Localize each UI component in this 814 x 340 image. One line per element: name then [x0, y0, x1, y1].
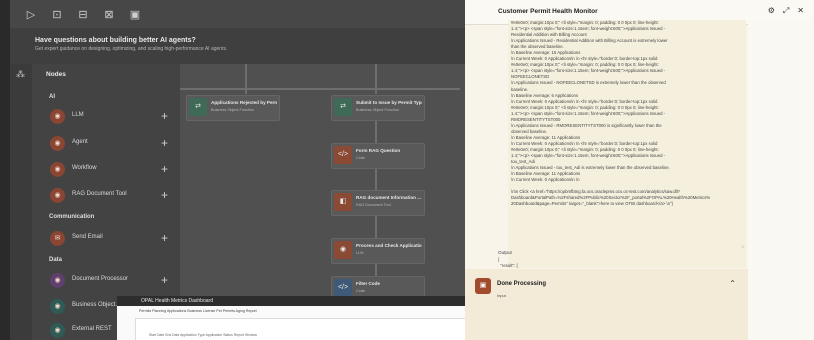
- node-item-label: Business Object...: [72, 302, 121, 308]
- node-item-workflow[interactable]: ◉ Workflow +: [50, 161, 168, 179]
- output-label: Output: [498, 250, 512, 255]
- done-processing-title: Done Processing: [497, 281, 547, 287]
- workflow-icon: ◉: [50, 162, 65, 177]
- node-item-label: External REST: [72, 326, 112, 332]
- node-item-label: Send Email: [72, 234, 103, 240]
- close-icon[interactable]: ✕: [797, 6, 804, 16]
- canvas-node-title: Submit to Issue by Permit Type ...: [356, 100, 422, 105]
- section-communication: Communication: [49, 214, 95, 220]
- node-item-label: LLM: [72, 112, 84, 118]
- canvas-node-title: Form RAG Question: [356, 148, 401, 153]
- code-icon: </>: [334, 279, 352, 297]
- settings-icon[interactable]: ⚙: [768, 6, 775, 16]
- canvas-node-subtitle: LLM: [356, 251, 364, 255]
- node-item-rag-document-tool[interactable]: ◉ RAG Document Tool +: [50, 187, 168, 205]
- image-icon[interactable]: ▣: [128, 8, 142, 21]
- section-ai: AI: [49, 94, 55, 100]
- add-icon[interactable]: +: [161, 230, 168, 246]
- trash-icon[interactable]: ⊠: [102, 8, 116, 21]
- detail-panel-title: Customer Permit Health Monitor: [498, 8, 598, 15]
- canvas-node-card[interactable]: ◧ RAG document Information ... RAG Docum…: [331, 190, 425, 216]
- detail-panel: Customer Permit Health Monitor ⚙ ⤢ ✕ #e0…: [465, 0, 814, 340]
- top-toolbar: ▷ ⊡ ⊟ ⊠ ▣: [10, 0, 465, 28]
- canvas-node-title: Process and Check Application...: [356, 243, 422, 248]
- node-item-agent[interactable]: ◉ Agent +: [50, 135, 168, 153]
- shapes-icon[interactable]: ⁂: [16, 69, 25, 80]
- node-item-document-processor[interactable]: ◉ Document Processor +: [50, 272, 168, 290]
- canvas-node-card[interactable]: ⇄ Submit to Issue by Permit Type ... Bus…: [331, 95, 425, 121]
- canvas-node-card[interactable]: ⇄ Applications Rejected by Permit... Bus…: [186, 95, 280, 121]
- canvas-node-subtitle: Business Object Function: [356, 108, 400, 112]
- canvas-node-title: Applications Rejected by Permit...: [211, 100, 277, 105]
- resize-handle-icon[interactable]: ⌞: [742, 242, 745, 249]
- add-icon[interactable]: +: [161, 108, 168, 124]
- chevron-up-icon[interactable]: ⌃: [729, 279, 736, 288]
- code-icon: </>: [334, 146, 352, 164]
- add-icon[interactable]: +: [161, 187, 168, 203]
- email-icon: ✉: [50, 231, 65, 246]
- node-item-label: Document Processor: [72, 276, 129, 282]
- log-line: 20Dashboard&page=Permits" target="_blank…: [511, 201, 673, 207]
- dashboard-tabs[interactable]: Permits Planning Applications Business L…: [139, 309, 257, 313]
- log-output: #e0e0e0; margin:10px 0;" <li style="marg…: [511, 20, 746, 207]
- llm-icon: ◉: [50, 109, 65, 124]
- section-data: Data: [49, 257, 63, 263]
- business-object-icon: ⇄: [189, 98, 207, 116]
- node-item-llm[interactable]: ◉ LLM +: [50, 108, 168, 126]
- node-item-label: RAG Document Tool: [72, 191, 127, 197]
- expand-icon[interactable]: ⤢: [783, 6, 789, 16]
- canvas-node-title: RAG document Information ...: [356, 195, 422, 200]
- business-object-icon: ◉: [50, 299, 65, 314]
- business-object-icon: ⇄: [334, 98, 352, 116]
- agent-icon: ◉: [50, 136, 65, 151]
- dashboard-title: OPAL Health Metrics Dashboard: [141, 298, 213, 304]
- canvas-node-subtitle: RAG Document Tool: [356, 203, 391, 207]
- canvas-node-subtitle: Business Object Function: [211, 108, 255, 112]
- add-icon[interactable]: +: [161, 161, 168, 177]
- add-icon[interactable]: +: [161, 272, 168, 288]
- document-processor-icon: ◉: [50, 273, 65, 288]
- dashboard-filter-labels: Start Date End Date Application Type App…: [149, 333, 257, 337]
- document-tool-icon: ◉: [50, 188, 65, 203]
- llm-icon: ◉: [334, 241, 352, 259]
- canvas-node-card[interactable]: ◉ Process and Check Application... LLM: [331, 238, 425, 264]
- node-item-label: Agent: [72, 139, 88, 145]
- canvas-node-subtitle: Code: [356, 289, 366, 293]
- help-banner: Have questions about building better AI …: [10, 28, 465, 64]
- external-rest-icon: ◉: [50, 323, 65, 338]
- record-icon[interactable]: ⊡: [50, 8, 64, 21]
- save-icon[interactable]: ⊟: [76, 8, 90, 21]
- rag-document-icon: ◧: [334, 193, 352, 211]
- banner-subtitle: Get expert guidance on designing, optimi…: [35, 46, 228, 52]
- done-input-label: Input: [497, 293, 506, 298]
- add-icon[interactable]: +: [161, 135, 168, 151]
- task-icon: ▣: [475, 278, 491, 294]
- left-rail: ⁂: [10, 64, 32, 340]
- node-item-send-email[interactable]: ✉ Send Email +: [50, 230, 168, 248]
- banner-title: Have questions about building better AI …: [35, 37, 196, 44]
- canvas-node-title: Filter Code: [356, 281, 380, 286]
- canvas-node-subtitle: Code: [356, 156, 366, 160]
- node-item-label: Workflow: [72, 165, 97, 171]
- connector-line: [180, 88, 460, 90]
- panel-margin: [748, 20, 814, 340]
- nodes-panel-title: Nodes: [46, 71, 66, 78]
- canvas-node-card[interactable]: </> Form RAG Question Code: [331, 143, 425, 169]
- app-window: ▷ ⊡ ⊟ ⊠ ▣ Have questions about building …: [0, 0, 814, 340]
- done-processing-section[interactable]: ▣ Done Processing ⌃ Input: [465, 269, 748, 340]
- detail-panel-actions: ⚙ ⤢ ✕: [768, 6, 804, 16]
- play-icon[interactable]: ▷: [24, 8, 38, 21]
